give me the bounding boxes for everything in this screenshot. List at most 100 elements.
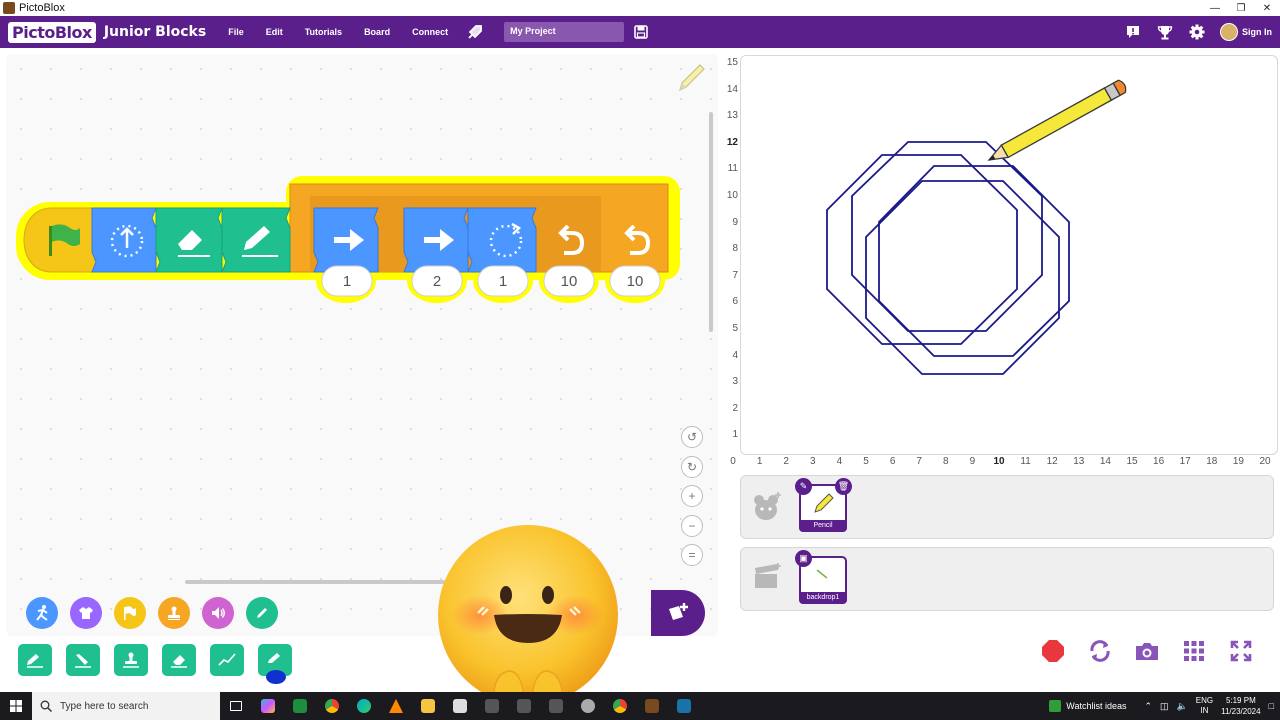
palette-stamp-block[interactable] <box>114 644 148 676</box>
stage-y-label: 3 <box>732 376 738 388</box>
notification-icon[interactable]: □ <box>1269 701 1274 711</box>
workspace-horizontal-scrollbar[interactable] <box>185 580 445 584</box>
menu-connect[interactable]: Connect <box>412 27 448 37</box>
rocket-icon[interactable] <box>466 23 484 41</box>
pen-color-icon <box>268 653 280 663</box>
palette-pen-up-block[interactable] <box>66 644 100 676</box>
clock[interactable]: 5:19 PM 11/23/2024 <box>1221 695 1260 717</box>
add-extension-button[interactable] <box>651 590 705 636</box>
input-value: 10 <box>561 273 578 290</box>
reset-button[interactable] <box>1087 638 1113 664</box>
sign-in-button[interactable]: Sign In <box>1220 23 1272 41</box>
taskbar-app-edge[interactable] <box>348 692 380 720</box>
screenshot-button[interactable] <box>1134 638 1160 664</box>
stop-button[interactable] <box>1040 638 1066 664</box>
pictoblox-logo[interactable]: PictoBlox <box>8 21 96 43</box>
trophy-icon[interactable] <box>1156 23 1174 41</box>
stage-y-label: 1 <box>732 429 738 441</box>
stage-canvas[interactable] <box>740 55 1278 455</box>
turn-right-block[interactable] <box>467 207 537 273</box>
menu-tutorials[interactable]: Tutorials <box>305 27 342 37</box>
stage-y-label: 8 <box>732 243 738 255</box>
palette-erase-block[interactable] <box>18 644 52 676</box>
task-view-button[interactable] <box>220 692 252 720</box>
stage-x-label: 4 <box>836 456 843 467</box>
stage-y-label: 10 <box>726 190 738 201</box>
zoom-out-button[interactable]: − <box>681 515 703 537</box>
palette-line-block[interactable] <box>210 644 244 676</box>
taskbar-app-pictoblox[interactable] <box>636 692 668 720</box>
smiley-emoji-overlay <box>438 525 618 720</box>
stage-x-label: 20 <box>1259 456 1271 467</box>
language-indicator[interactable]: ENG IN <box>1196 696 1213 716</box>
taskbar-app-chrome-2[interactable] <box>604 692 636 720</box>
taskbar-app-explorer[interactable] <box>412 692 444 720</box>
restore-icon[interactable]: ❐ <box>1228 0 1254 16</box>
sprite-delete-badge[interactable]: 🗑 <box>835 478 852 495</box>
category-looks[interactable] <box>70 597 102 629</box>
stage-x-label: 16 <box>1153 456 1165 467</box>
watchlist-icon <box>1049 700 1062 712</box>
weather-widget[interactable]: Watchlist ideas <box>1049 700 1126 712</box>
taskbar-app-vlc[interactable] <box>380 692 412 720</box>
save-icon[interactable] <box>634 25 648 39</box>
taskbar-app-chrome[interactable] <box>316 692 348 720</box>
category-events[interactable] <box>114 597 146 629</box>
category-tabs <box>20 590 450 636</box>
minimize-icon[interactable]: — <box>1202 0 1228 16</box>
lang-bottom: IN <box>1200 706 1209 715</box>
palette-eraser-block[interactable] <box>162 644 196 676</box>
clock-time: 5:19 PM <box>1225 696 1256 705</box>
undo-button[interactable]: ↺ <box>681 426 703 448</box>
taskbar-search[interactable]: Type here to search <box>32 692 220 720</box>
tray-chevron-icon[interactable]: ⌃ <box>1144 701 1152 712</box>
zoom-in-button[interactable]: + <box>681 485 703 507</box>
menu-file[interactable]: File <box>228 27 244 37</box>
taskbar-app-c[interactable] <box>540 692 572 720</box>
add-backdrop-icon[interactable] <box>751 562 783 592</box>
flag-icon <box>124 606 136 620</box>
gear-icon[interactable] <box>1188 23 1206 41</box>
close-icon[interactable]: ✕ <box>1254 0 1280 16</box>
taskbar-app-store[interactable] <box>444 692 476 720</box>
menu-edit[interactable]: Edit <box>266 27 283 37</box>
redo-button[interactable]: ↻ <box>681 456 703 478</box>
category-pen[interactable] <box>246 597 278 629</box>
backdrop-badge[interactable]: ▣ <box>795 550 812 567</box>
network-icon[interactable]: ◫ <box>1160 701 1169 712</box>
block-script[interactable]: 1 2 1 10 10 <box>16 174 686 309</box>
category-control[interactable] <box>158 597 190 629</box>
taskbar-app-vscode[interactable] <box>668 692 700 720</box>
sprite-edit-badge[interactable]: ✎ <box>795 478 812 495</box>
stage-x-label: 2 <box>783 456 789 467</box>
taskbar-app-copilot[interactable] <box>252 692 284 720</box>
weather-text: Watchlist ideas <box>1066 701 1127 711</box>
menu-board[interactable]: Board <box>364 27 390 37</box>
stage-x-label: 0 <box>730 456 736 467</box>
add-sprite-icon[interactable] <box>751 490 783 524</box>
category-motion[interactable] <box>26 597 58 629</box>
fullscreen-button[interactable] <box>1228 638 1254 664</box>
line-graph-icon <box>218 653 236 666</box>
volume-icon[interactable]: 🔈 <box>1177 701 1188 712</box>
add-extension-icon <box>669 603 688 620</box>
pen-icon <box>27 654 43 668</box>
taskbar-app-b[interactable] <box>508 692 540 720</box>
category-sound[interactable] <box>202 597 234 629</box>
refresh-icon <box>1090 640 1110 662</box>
zoom-reset-button[interactable]: = <box>681 544 703 566</box>
taskbar-app-sheets[interactable] <box>284 692 316 720</box>
taskbar-app-d[interactable] <box>572 692 604 720</box>
move-up-block[interactable] <box>91 207 157 273</box>
input-value: 1 <box>499 273 507 290</box>
taskbar-app-a[interactable] <box>476 692 508 720</box>
stage-y-label: 4 <box>732 349 738 361</box>
stage-x-label: 3 <box>810 456 816 467</box>
project-name-input[interactable]: My Project <box>504 22 625 42</box>
feedback-icon[interactable] <box>1124 23 1142 41</box>
start-button[interactable] <box>0 692 32 720</box>
palette-pen-color-block[interactable] <box>258 644 292 684</box>
grid-toggle-button[interactable] <box>1181 638 1207 664</box>
search-icon <box>40 700 52 712</box>
workspace-vertical-scrollbar[interactable] <box>709 112 713 332</box>
